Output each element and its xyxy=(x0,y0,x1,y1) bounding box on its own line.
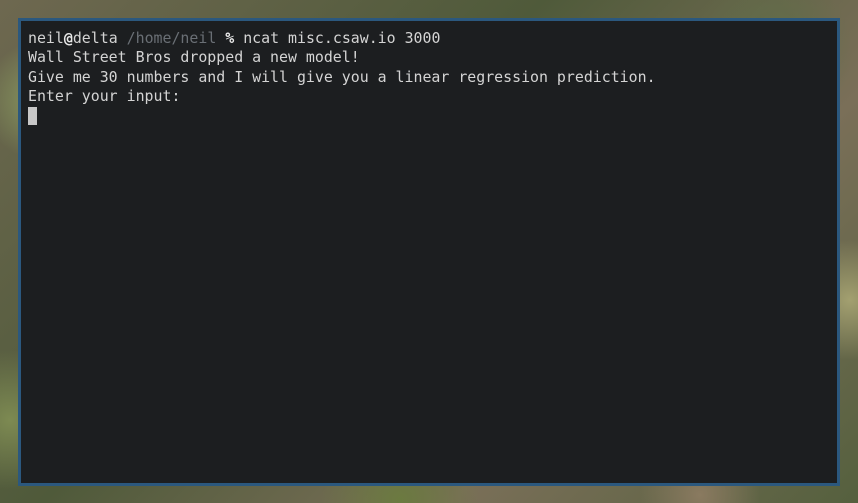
output-line: Enter your input: xyxy=(28,86,181,105)
prompt-at: @ xyxy=(63,29,73,47)
prompt-symbol: % xyxy=(225,29,235,47)
command-text: ncat misc.csaw.io 3000 xyxy=(243,29,441,47)
prompt-line: neil@delta /home/neil % ncat misc.csaw.i… xyxy=(28,29,656,48)
output-line: Wall Street Bros dropped a new model! xyxy=(28,48,360,67)
cursor xyxy=(28,107,37,126)
prompt-cwd: /home/neil xyxy=(126,29,217,47)
input-line[interactable] xyxy=(28,106,656,126)
prompt-user: neil xyxy=(28,29,64,47)
prompt-host: delta xyxy=(72,29,118,47)
terminal-output: neil@delta /home/neil % ncat misc.csaw.i… xyxy=(28,29,656,126)
terminal-window[interactable]: neil@delta /home/neil % ncat misc.csaw.i… xyxy=(18,18,840,486)
output-line: Give me 30 numbers and I will give you a… xyxy=(28,67,656,86)
